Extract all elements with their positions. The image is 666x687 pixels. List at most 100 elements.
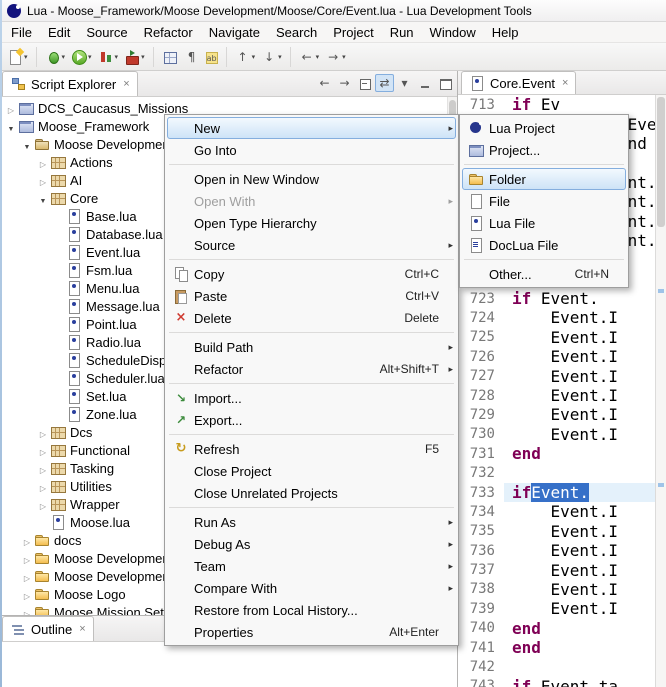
menubar-source[interactable]: Source [78, 23, 135, 42]
menubar-search[interactable]: Search [268, 23, 325, 42]
forward-button[interactable]: → [335, 74, 354, 92]
menu-item-compare-with[interactable]: Compare With▸ [167, 577, 456, 599]
tree-collapsed-toggle-icon[interactable] [36, 497, 50, 512]
code-line-725[interactable]: 725 Event.I [458, 328, 655, 347]
menu-item-export[interactable]: ↗Export... [167, 409, 456, 431]
dropdown-caret-icon[interactable]: ▾ [24, 53, 28, 61]
menu-item-lua-file[interactable]: Lua File [462, 212, 626, 234]
occurrence-marker[interactable] [658, 483, 664, 487]
coverage-button[interactable]: ▾ [96, 46, 121, 68]
code-line-734[interactable]: 734 Event.I [458, 502, 655, 521]
code-line-740[interactable]: 740 end [458, 619, 655, 638]
tree-collapsed-toggle-icon[interactable] [36, 461, 50, 476]
code-line-728[interactable]: 728 Event.I [458, 386, 655, 405]
close-icon[interactable]: × [79, 623, 85, 635]
external-tools-button[interactable]: ▾ [122, 46, 147, 68]
debug-button[interactable]: ▾ [43, 46, 68, 68]
menu-item-lua-project[interactable]: Lua Project [462, 117, 626, 139]
menu-item-source[interactable]: Source▸ [167, 234, 456, 256]
menubar-window[interactable]: Window [422, 23, 484, 42]
editor-scrollbar-thumb[interactable] [657, 97, 665, 227]
menu-item-doclua-file[interactable]: DocLua File [462, 234, 626, 256]
code-line-741[interactable]: 741 end [458, 638, 655, 657]
menu-item-import[interactable]: ↘Import... [167, 387, 456, 409]
code-line-738[interactable]: 738 Event.I [458, 580, 655, 599]
code-line-727[interactable]: 727 Event.I [458, 366, 655, 385]
menu-item-properties[interactable]: PropertiesAlt+Enter [167, 621, 456, 643]
close-icon[interactable]: × [562, 77, 568, 89]
dropdown-caret-icon[interactable]: ▾ [252, 53, 256, 61]
previous-annotation-button[interactable]: ↑▾ [233, 46, 258, 68]
code-line-731[interactable]: 731 end [458, 444, 655, 463]
menu-item-run-as[interactable]: Run As▸ [167, 511, 456, 533]
menu-item-close-unrelated-projects[interactable]: Close Unrelated Projects [167, 482, 456, 504]
code-line-739[interactable]: 739 Event.I [458, 599, 655, 618]
code-line-742[interactable]: 742 [458, 657, 655, 676]
run-button[interactable]: ▾ [69, 46, 94, 68]
overview-ruler[interactable] [655, 95, 666, 687]
tab-outline[interactable]: Outline × [2, 616, 94, 641]
menu-item-team[interactable]: Team▸ [167, 555, 456, 577]
tree-collapsed-toggle-icon[interactable] [20, 569, 34, 584]
tree-collapsed-toggle-icon[interactable] [36, 425, 50, 440]
tree-collapsed-toggle-icon[interactable] [36, 479, 50, 494]
code-line-732[interactable]: 732 [458, 463, 655, 482]
back-button[interactable]: ← [315, 74, 334, 92]
menubar-help[interactable]: Help [484, 23, 527, 42]
tab-script-explorer[interactable]: Script Explorer × [2, 71, 138, 96]
tree-collapsed-toggle-icon[interactable] [36, 443, 50, 458]
tree-collapsed-toggle-icon[interactable] [20, 551, 34, 566]
dropdown-caret-icon[interactable]: ▾ [115, 53, 119, 61]
menu-item-file[interactable]: File [462, 190, 626, 212]
code-line-735[interactable]: 735 Event.I [458, 522, 655, 541]
menubar-run[interactable]: Run [382, 23, 422, 42]
tree-collapsed-toggle-icon[interactable] [20, 533, 34, 548]
menu-item-refactor[interactable]: RefactorAlt+Shift+T▸ [167, 358, 456, 380]
tree-collapsed-toggle-icon[interactable] [20, 605, 34, 616]
menu-item-folder[interactable]: Folder [462, 168, 626, 190]
close-icon[interactable]: × [123, 78, 129, 90]
code-line-723[interactable]: 723 if Event. [458, 289, 655, 308]
dropdown-caret-icon[interactable]: ▾ [342, 53, 346, 61]
dropdown-caret-icon[interactable]: ▾ [316, 53, 320, 61]
link-with-editor-button[interactable]: ⇄ [375, 74, 394, 92]
menu-item-paste[interactable]: PasteCtrl+V [167, 285, 456, 307]
tree-collapsed-toggle-icon[interactable] [36, 155, 50, 170]
next-annotation-button[interactable]: ↓▾ [259, 46, 284, 68]
maximize-button[interactable] [435, 74, 454, 92]
menu-item-open-type-hierarchy[interactable]: Open Type Hierarchy [167, 212, 456, 234]
menu-item-copy[interactable]: CopyCtrl+C [167, 263, 456, 285]
code-line-733[interactable]: 733 if Event. [458, 483, 655, 502]
tree-collapsed-toggle-icon[interactable] [36, 173, 50, 188]
tree-collapsed-toggle-icon[interactable] [4, 101, 18, 116]
code-line-729[interactable]: 729 Event.I [458, 405, 655, 424]
occurrence-marker[interactable] [658, 289, 664, 293]
menu-item-open-in-new-window[interactable]: Open in New Window [167, 168, 456, 190]
mark-occurrences-button[interactable]: ab [204, 46, 220, 68]
code-line-713[interactable]: 713 if Ev [458, 95, 655, 114]
code-line-724[interactable]: 724 Event.I [458, 308, 655, 327]
code-line-736[interactable]: 736 Event.I [458, 541, 655, 560]
dropdown-caret-icon[interactable]: ▾ [88, 53, 92, 61]
code-line-737[interactable]: 737 Event.I [458, 560, 655, 579]
menu-item-project[interactable]: Project... [462, 139, 626, 161]
code-line-726[interactable]: 726 Event.I [458, 347, 655, 366]
menu-item-close-project[interactable]: Close Project [167, 460, 456, 482]
dropdown-caret-icon[interactable]: ▾ [278, 53, 282, 61]
menu-item-restore-from-local-history[interactable]: Restore from Local History... [167, 599, 456, 621]
menu-item-build-path[interactable]: Build Path▸ [167, 336, 456, 358]
code-line-730[interactable]: 730 Event.I [458, 425, 655, 444]
menu-item-debug-as[interactable]: Debug As▸ [167, 533, 456, 555]
menubar-navigate[interactable]: Navigate [201, 23, 268, 42]
menubar-project[interactable]: Project [325, 23, 381, 42]
collapse-all-button[interactable] [355, 74, 374, 92]
new-button[interactable]: ▾ [5, 46, 30, 68]
menu-item-refresh[interactable]: ↻RefreshF5 [167, 438, 456, 460]
menubar-edit[interactable]: Edit [40, 23, 78, 42]
forward-button[interactable]: →▾ [323, 46, 348, 68]
view-menu-button[interactable]: ▾ [395, 74, 414, 92]
menu-item-delete[interactable]: ×DeleteDelete [167, 307, 456, 329]
tree-expanded-toggle-icon[interactable] [4, 119, 18, 134]
menu-item-other[interactable]: Other...Ctrl+N [462, 263, 626, 285]
menu-item-go-into[interactable]: Go Into [167, 139, 456, 161]
